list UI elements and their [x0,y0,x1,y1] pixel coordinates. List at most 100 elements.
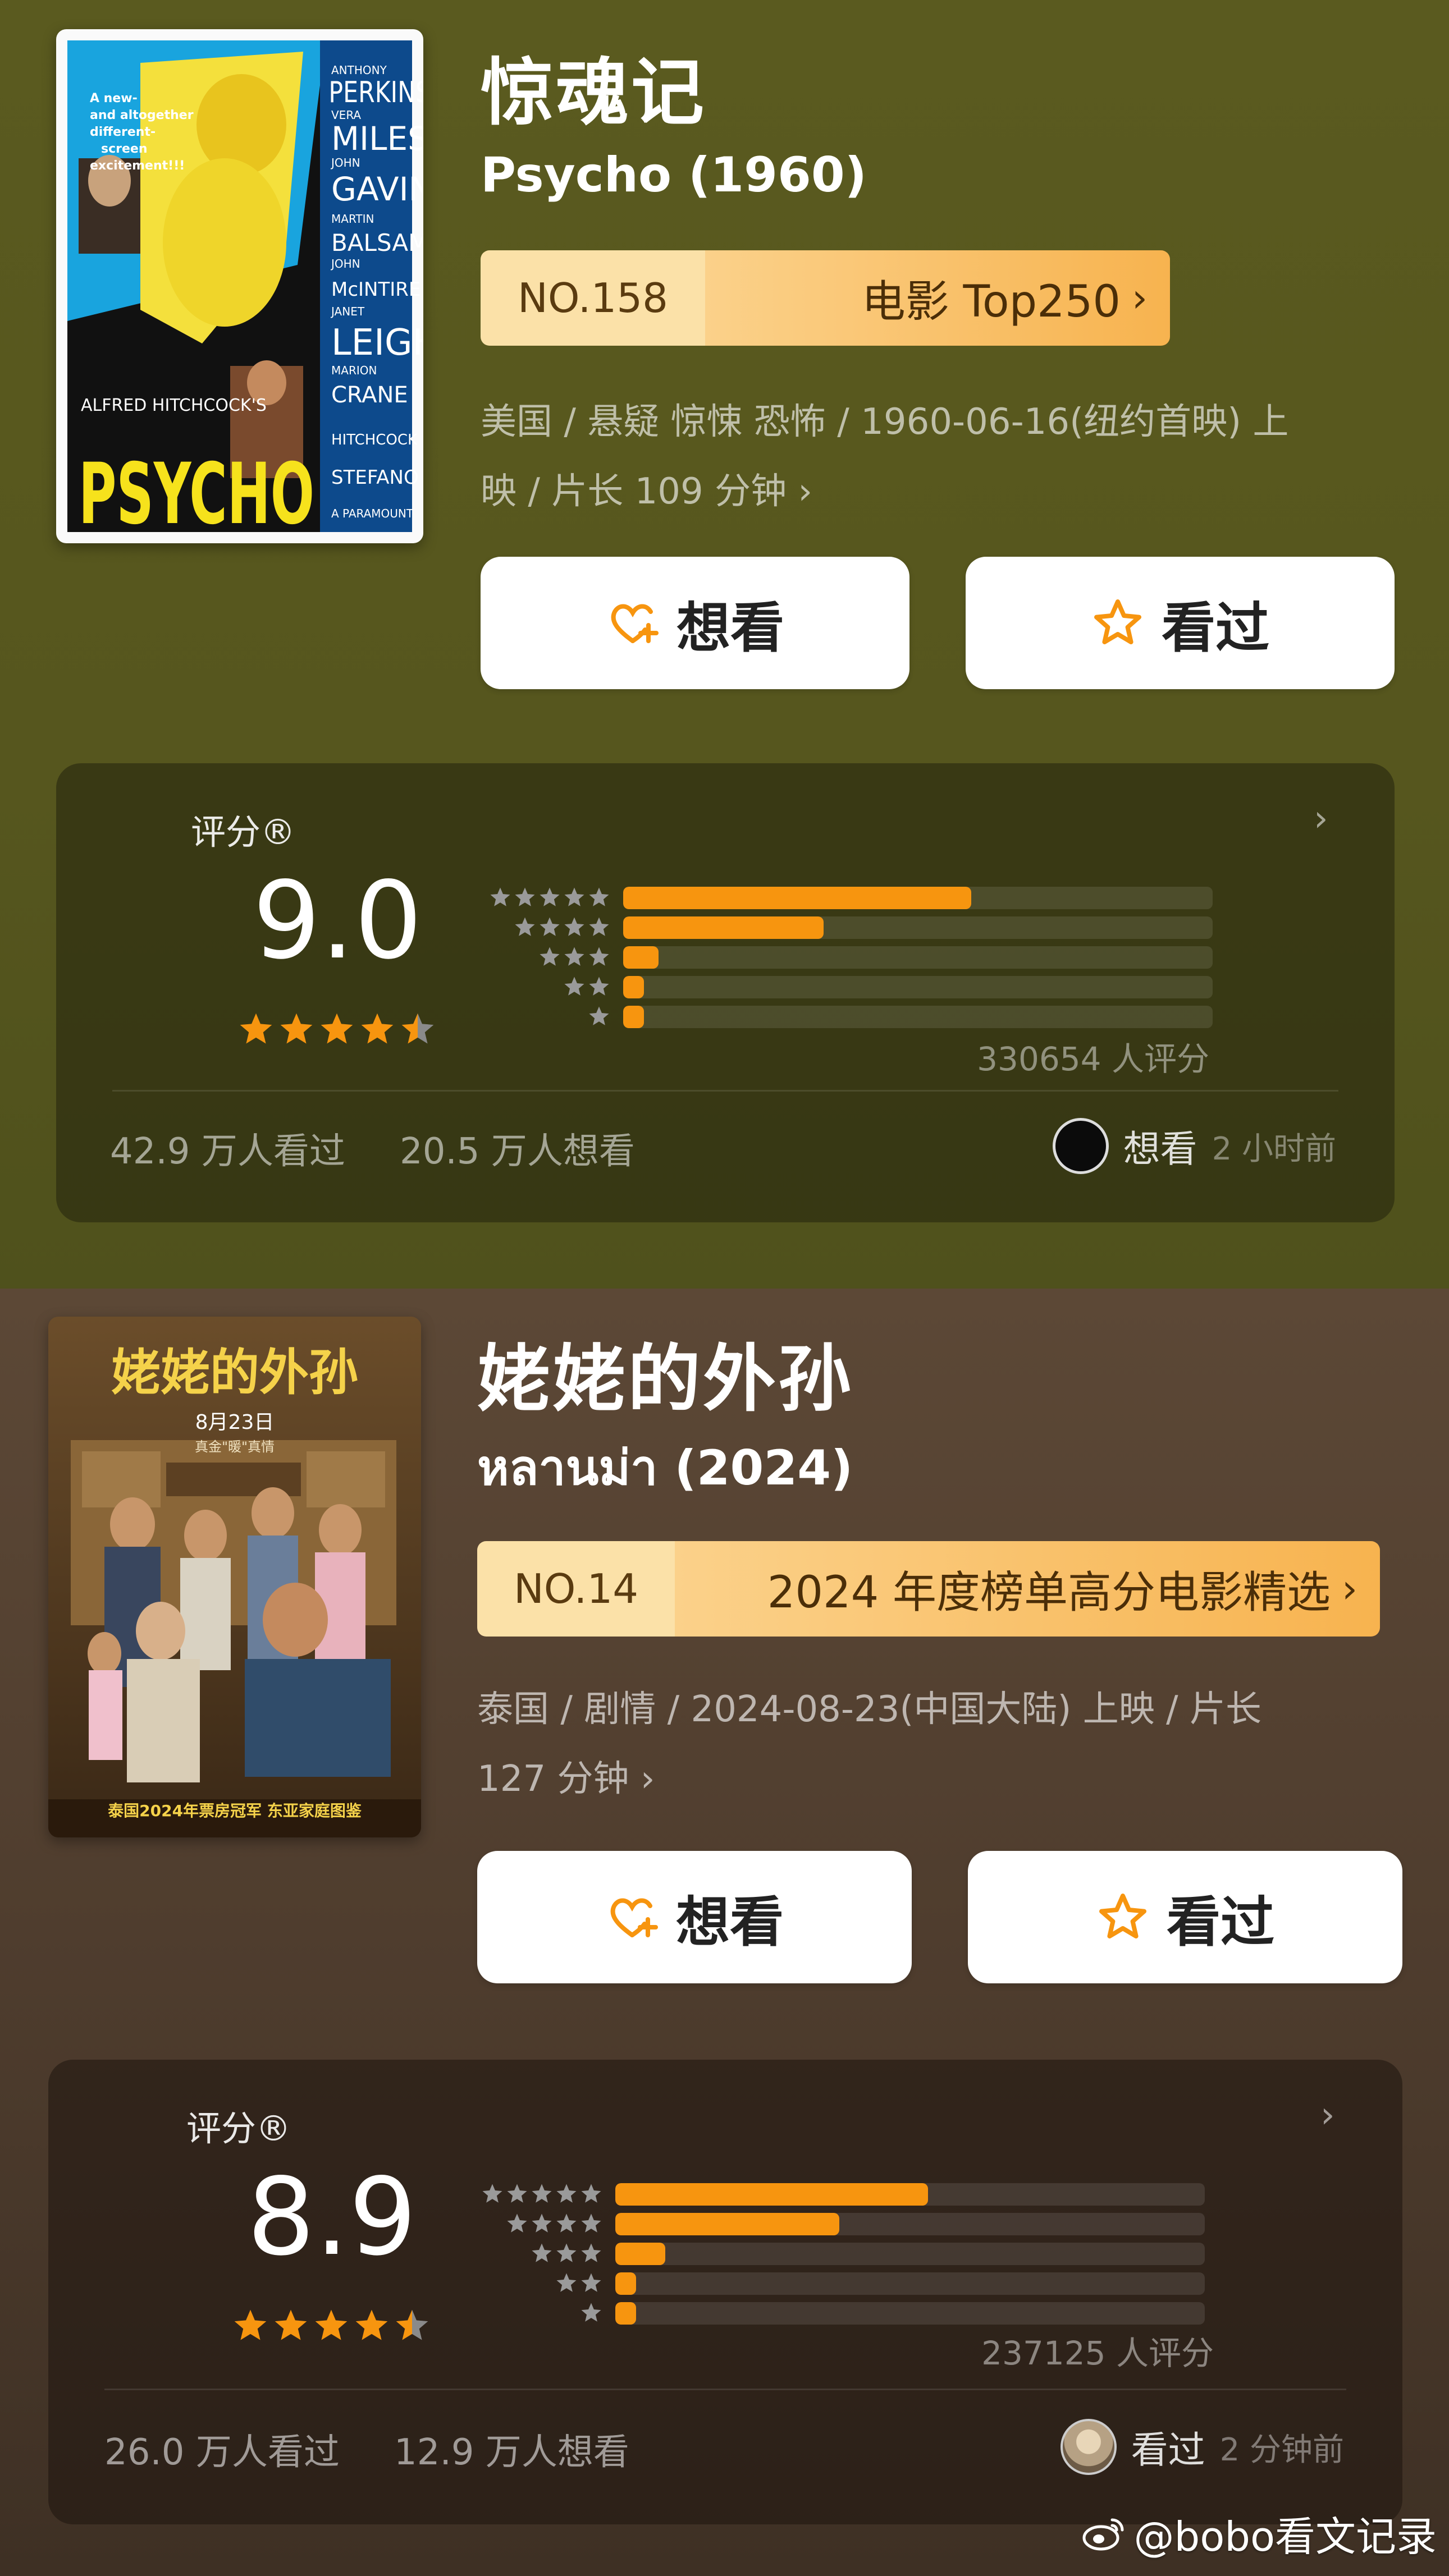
poster-cast-12: MARION [331,364,377,377]
distribution-stars-2 [563,975,611,998]
rating-card[interactable]: 评分® › 8.9 237125 人评分 26.0 万人看过 12.9 万人想看… [48,2060,1402,2524]
distribution-track-3 [623,946,1213,969]
status-time: 2 小时前 [1212,1130,1336,1167]
star-icon [321,1013,353,1044]
watched-button[interactable]: 看过 [968,1851,1402,1983]
movie-poster[interactable]: A new- and altogether different- screen … [56,29,423,543]
poster-tagline-4: screen [101,142,148,156]
star-icon [556,2213,577,2233]
distribution-bar-5 [623,887,971,909]
star-icon [355,2309,388,2340]
star-icon [540,917,560,936]
star-icon [515,887,535,906]
rating-score: 9.0 [253,859,423,983]
avatar [1052,1118,1109,1174]
poster-tagline-2: and altogether [90,108,194,122]
star-icon [396,2309,428,2340]
want-to-watch-button[interactable]: 想看 [477,1851,912,1983]
star-icon [532,2213,552,2233]
poster-tagline-5: excitement!!! [90,159,185,173]
distribution-track-4 [623,916,1213,939]
distribution-track-2 [615,2272,1205,2295]
meta-line-2-row: 映 / 片长 109 分钟 › [481,457,1401,526]
distribution-bar-1 [623,1006,644,1028]
poster-cast-8: JOHN [330,257,360,271]
status-label: 看过 [1131,2428,1205,2472]
star-icon [581,2213,601,2233]
poster-credit-2: A PARAMOUNT [331,507,414,520]
movie-card-psycho: A new- and altogether different- screen … [0,0,1449,1289]
meta-line-2-row: 127 分钟 › [477,1744,1409,1814]
want-to-watch-button[interactable]: 想看 [481,557,909,689]
chevron-right-icon: › [1342,1566,1357,1612]
chevron-right-icon: › [640,1758,655,1800]
poster-cast-7: BALSAM [331,229,423,256]
poster-date: 8月23日 [195,1411,275,1434]
ranking-banner[interactable]: NO.14 2024 年度榜单高分电影精选 › [477,1541,1380,1637]
chevron-right-icon[interactable]: › [1320,2094,1335,2136]
rating-stars [231,2307,431,2345]
distribution-bar-3 [623,946,659,969]
star-icon [482,2184,502,2203]
star-icon [507,2184,527,2203]
rating-count: 237125 人评分 [981,2334,1214,2372]
rank-number: NO.158 [481,250,705,346]
poster-cast-11: LEIGH [331,322,423,364]
seen-count: 42.9 万人看过 [110,1131,345,1172]
star-icon [589,947,609,966]
distribution-track-4 [615,2213,1205,2235]
chevron-right-icon[interactable]: › [1314,798,1328,840]
rating-card[interactable]: 评分® › 9.0 330654 人评分 42.9 万人看过 20.5 万人想看… [56,763,1395,1222]
movie-title: 惊魂记 [481,50,707,135]
movie-original-title: Psycho (1960) [481,147,867,203]
star-icon [556,2273,577,2292]
watermark: @bobo看文记录 [1082,2504,1437,2563]
distribution-bar-5 [615,2183,928,2206]
distribution-stars-2 [555,2271,603,2295]
distribution-bar-2 [623,976,644,998]
star-icon [564,977,584,996]
friend-status[interactable]: 想看 2 小时前 [1052,1118,1336,1174]
heart-plus-icon [611,604,659,643]
rank-list-name: 2024 年度榜单高分电影精选 › [675,1541,1380,1637]
movie-meta-info[interactable]: 美国 / 悬疑 惊悚 恐怖 / 1960-06-16(纽约首映) 上 映 / 片… [481,387,1401,526]
want-count: 12.9 万人想看 [394,2432,629,2473]
distribution-bar-4 [623,916,824,939]
star-icon [275,2309,307,2340]
star-icon [515,917,535,936]
watched-button[interactable]: 看过 [966,557,1395,689]
star-icon [589,917,609,936]
rank-list-label: 电影 Top250 [861,277,1121,327]
star-icon [532,2184,552,2203]
movie-poster[interactable]: 姥姥的外孙 8月23日 真金"暖"真情 泰国2024年票房冠军 东亚家庭图鉴 [48,1317,421,1837]
distribution-track-1 [623,1006,1213,1028]
distribution-track-5 [623,887,1213,909]
star-icon [581,2273,601,2292]
star-outline-icon [1094,599,1141,644]
poster-cast-5: GAVIN [331,170,423,208]
star-icon [507,2213,527,2233]
friend-status[interactable]: 看过 2 分钟前 [1060,2419,1344,2475]
rank-number: NO.14 [477,1541,675,1637]
chevron-right-icon: › [798,471,813,512]
want-button-label: 想看 [676,1890,784,1954]
poster-cast-4: JOHN [330,156,360,169]
ranking-banner[interactable]: NO.158 电影 Top250 › [481,250,1170,346]
star-icon [589,977,609,996]
star-icon [589,1006,609,1025]
weibo-icon [1082,2518,1124,2550]
avatar [1060,2419,1117,2475]
poster-cast-0: ANTHONY [331,63,387,77]
want-button-label: 想看 [676,596,784,659]
distribution-track-3 [615,2243,1205,2265]
poster-cast-6: MARTIN [331,212,374,226]
star-icon [564,887,584,906]
poster-cast-3: MILES [331,120,423,158]
star-icon [564,947,584,966]
divider [112,1090,1338,1092]
rating-score: 8.9 [247,2155,417,2279]
movie-meta-info[interactable]: 泰国 / 剧情 / 2024-08-23(中国大陆) 上映 / 片长 127 分… [477,1675,1409,1814]
poster-tagline-3: different- [90,125,156,139]
distribution-track-1 [615,2302,1205,2325]
poster-subtitle: 真金"暖"真情 [195,1439,275,1455]
